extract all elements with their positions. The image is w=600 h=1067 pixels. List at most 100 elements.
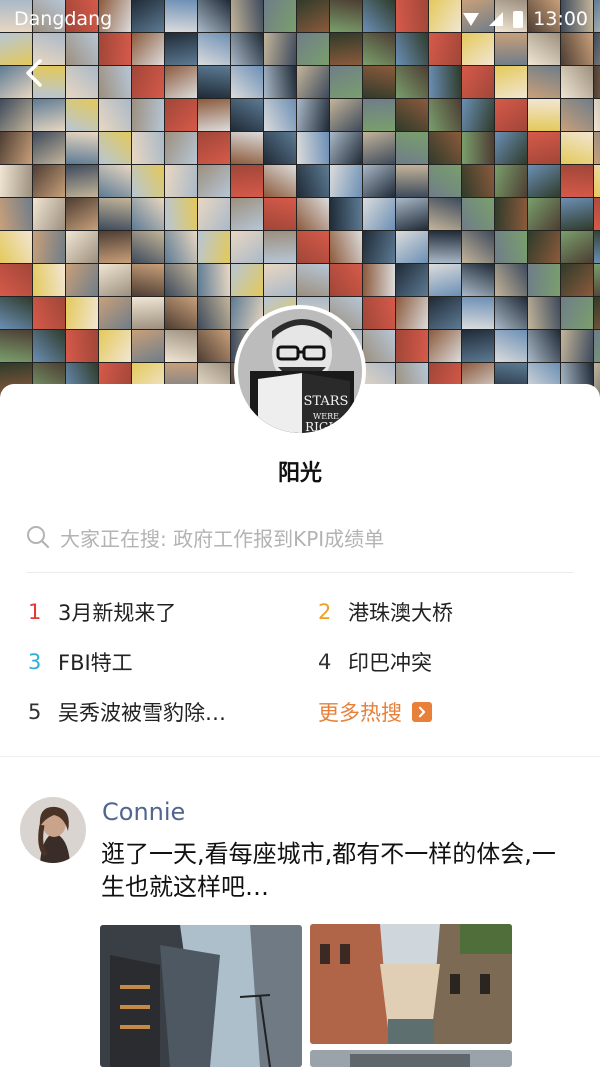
hot-search-item-4[interactable]: 4 印巴冲突 (318, 646, 588, 678)
mosaic-thumbnail (495, 198, 527, 230)
mosaic-thumbnail (396, 132, 428, 164)
mosaic-thumbnail (429, 198, 461, 230)
signal-icon (489, 12, 504, 26)
mosaic-thumbnail (132, 231, 164, 263)
divider (26, 572, 574, 573)
mosaic-thumbnail (396, 66, 428, 98)
mosaic-thumbnail (462, 165, 494, 197)
mosaic-thumbnail (330, 165, 362, 197)
post-photo-skyscrapers[interactable] (100, 925, 302, 1067)
mosaic-thumbnail (0, 297, 32, 329)
mosaic-thumbnail (561, 330, 593, 362)
post-text: 逛了一天,看每座城市,都有不一样的体会,一生也就这样吧… (101, 840, 556, 901)
mosaic-thumbnail (297, 99, 329, 131)
profile-avatar[interactable]: STARS WERE RIGHT (234, 305, 366, 437)
mosaic-thumbnail (396, 264, 428, 296)
mosaic-thumbnail (528, 165, 560, 197)
mosaic-thumbnail (528, 132, 560, 164)
mosaic-thumbnail (132, 66, 164, 98)
hot-label: 印巴冲突 (348, 651, 432, 675)
mosaic-thumbnail (33, 165, 65, 197)
mosaic-thumbnail (132, 99, 164, 131)
mosaic-thumbnail (132, 330, 164, 362)
mosaic-thumbnail (495, 231, 527, 263)
search-bar[interactable]: 大家正在搜: 政府工作报到KPI成绩单 (26, 520, 574, 554)
mosaic-thumbnail (264, 99, 296, 131)
mosaic-thumbnail (561, 99, 593, 131)
mosaic-thumbnail (231, 231, 263, 263)
mosaic-thumbnail (99, 330, 131, 362)
mosaic-thumbnail (99, 198, 131, 230)
mosaic-thumbnail (363, 165, 395, 197)
mosaic-thumbnail (495, 99, 527, 131)
mosaic-thumbnail (594, 231, 600, 263)
mosaic-thumbnail (231, 198, 263, 230)
mosaic-thumbnail (363, 132, 395, 164)
hot-search-item-5[interactable]: 5 吴秀波被雪豹除… (28, 696, 318, 728)
mosaic-thumbnail (363, 297, 395, 329)
mosaic-thumbnail (462, 132, 494, 164)
mosaic-thumbnail (99, 231, 131, 263)
mosaic-thumbnail (0, 165, 32, 197)
mosaic-thumbnail (0, 99, 32, 131)
mosaic-thumbnail (462, 198, 494, 230)
mosaic-thumbnail (198, 297, 230, 329)
mosaic-thumbnail (594, 99, 600, 131)
mosaic-thumbnail (429, 99, 461, 131)
hot-rank: 4 (318, 650, 332, 674)
post-photo-third[interactable] (310, 1050, 512, 1067)
mosaic-thumbnail (363, 330, 395, 362)
mosaic-thumbnail (330, 132, 362, 164)
hot-label: 吴秀波被雪豹除… (58, 701, 226, 725)
mosaic-thumbnail (264, 198, 296, 230)
post-author-name[interactable]: Connie (102, 798, 185, 826)
more-hot-search-link[interactable]: 更多热搜 (318, 696, 588, 728)
mosaic-thumbnail (528, 264, 560, 296)
mosaic-thumbnail (429, 66, 461, 98)
hot-search-item-1[interactable]: 1 3月新规来了 (28, 596, 318, 628)
person-reading-avatar-icon: STARS WERE RIGHT (238, 309, 362, 433)
mosaic-thumbnail (99, 132, 131, 164)
post-photo-canal[interactable] (310, 924, 512, 1044)
mosaic-thumbnail (198, 330, 230, 362)
back-button[interactable] (18, 56, 52, 90)
mosaic-thumbnail (198, 264, 230, 296)
mosaic-thumbnail (231, 165, 263, 197)
mosaic-thumbnail (462, 297, 494, 329)
mosaic-thumbnail (462, 66, 494, 98)
mosaic-thumbnail (363, 231, 395, 263)
mosaic-thumbnail (396, 231, 428, 263)
post-author-avatar[interactable] (20, 797, 86, 863)
mosaic-thumbnail (264, 264, 296, 296)
hot-rank: 5 (28, 700, 42, 724)
chevron-right-icon (412, 702, 432, 722)
mosaic-thumbnail (198, 132, 230, 164)
mosaic-thumbnail (594, 198, 600, 230)
canal-city-image (310, 924, 512, 1044)
mosaic-thumbnail (396, 165, 428, 197)
hot-search-item-3[interactable]: 3 FBI特工 (28, 646, 318, 678)
mosaic-thumbnail (594, 66, 600, 98)
mosaic-thumbnail (495, 297, 527, 329)
mosaic-thumbnail (66, 264, 98, 296)
mosaic-thumbnail (495, 264, 527, 296)
mosaic-thumbnail (33, 330, 65, 362)
mosaic-thumbnail (528, 297, 560, 329)
mosaic-thumbnail (33, 198, 65, 230)
mosaic-thumbnail (528, 330, 560, 362)
section-divider (0, 756, 600, 757)
mosaic-thumbnail (396, 198, 428, 230)
mosaic-thumbnail (165, 165, 197, 197)
mosaic-thumbnail (66, 66, 98, 98)
mosaic-thumbnail (330, 264, 362, 296)
mosaic-thumbnail (495, 330, 527, 362)
city-buildings-image (100, 925, 302, 1067)
hot-search-list: 1 3月新规来了 2 港珠澳大桥 3 FBI特工 4 印巴冲突 5 吴秀波被雪豹… (28, 596, 588, 728)
building-image (310, 1050, 512, 1067)
mosaic-thumbnail (231, 99, 263, 131)
hot-search-item-2[interactable]: 2 港珠澳大桥 (318, 596, 588, 628)
mosaic-thumbnail (66, 132, 98, 164)
mosaic-thumbnail (429, 264, 461, 296)
mosaic-thumbnail (429, 297, 461, 329)
mosaic-thumbnail (165, 132, 197, 164)
